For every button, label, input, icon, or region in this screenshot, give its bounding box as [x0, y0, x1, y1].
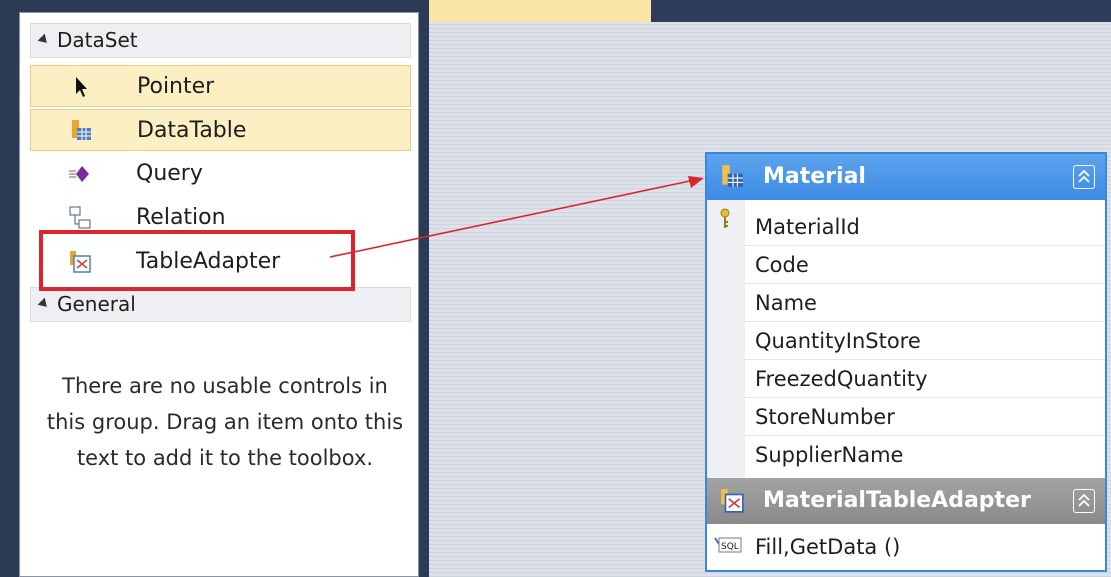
group-label: General	[57, 292, 136, 316]
group-header-dataset[interactable]: DataSet	[30, 23, 411, 58]
double-chevron-up-icon	[1078, 493, 1090, 507]
tableadapter-header[interactable]: MaterialTableAdapter	[707, 478, 1105, 524]
toolbox-item-query[interactable]: Query	[30, 153, 411, 195]
tableadapter-query-row[interactable]: SQL Fill,GetData ()	[707, 524, 1105, 570]
toolbox-item-datatable[interactable]: DataTable	[30, 109, 411, 151]
column-row[interactable]: StoreNumber	[745, 398, 1105, 436]
query-method-name: Fill,GetData ()	[755, 535, 901, 559]
collapse-button[interactable]	[1073, 489, 1095, 513]
relation-icon	[69, 206, 91, 229]
column-row[interactable]: SupplierName	[745, 436, 1105, 474]
column-row[interactable]: FreezedQuantity	[745, 360, 1105, 398]
datatable-material[interactable]: Material MaterialId Code Name QuantityIn…	[705, 152, 1107, 572]
column-row[interactable]: Code	[745, 246, 1105, 284]
document-tab-active[interactable]	[429, 0, 651, 22]
primary-key-icon	[720, 208, 730, 228]
column-row[interactable]: QuantityInStore	[745, 322, 1105, 360]
document-tab-bar	[651, 0, 1111, 22]
datatable-icon	[722, 165, 743, 187]
highlight-annotation-box	[39, 230, 355, 291]
toolbox-item-pointer[interactable]: Pointer	[30, 65, 411, 107]
group-label: DataSet	[57, 28, 138, 52]
query-icon	[69, 166, 89, 182]
tableadapter-icon	[721, 489, 744, 513]
expand-triangle-icon	[37, 33, 51, 46]
datatable-title: Material	[763, 164, 866, 189]
toolbox-item-label: Query	[136, 161, 203, 186]
datatable-icon	[72, 120, 91, 140]
toolbox-item-label: DataTable	[137, 118, 247, 143]
empty-group-message[interactable]: There are no usable controls in this gro…	[40, 368, 410, 476]
group-header-general[interactable]: General	[30, 287, 411, 322]
toolbox-item-label: Pointer	[137, 74, 215, 99]
pointer-icon	[76, 77, 87, 97]
datatable-header[interactable]: Material	[707, 154, 1105, 200]
svg-text:SQL: SQL	[721, 542, 739, 552]
toolbox-panel: DataSet Pointer DataTable Query Relation	[19, 12, 419, 577]
column-gutter	[707, 200, 745, 478]
tableadapter-title: MaterialTableAdapter	[763, 488, 1031, 513]
expand-triangle-icon	[37, 297, 51, 310]
dataset-designer-surface[interactable]: Material MaterialId Code Name QuantityIn…	[429, 0, 1111, 577]
sql-query-icon: SQL	[714, 537, 742, 553]
column-row[interactable]: Name	[745, 284, 1105, 322]
column-row[interactable]: MaterialId	[745, 208, 1105, 246]
collapse-button[interactable]	[1073, 165, 1095, 189]
double-chevron-up-icon	[1078, 169, 1090, 183]
